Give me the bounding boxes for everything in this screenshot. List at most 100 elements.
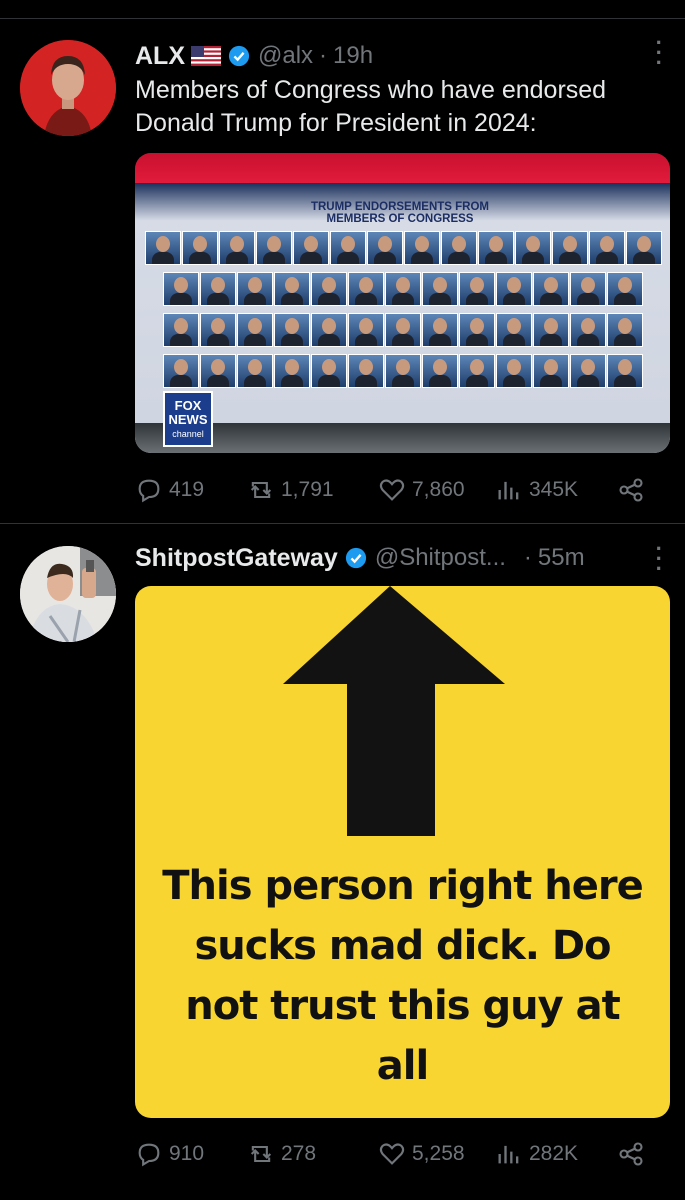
views-button[interactable]: 345K bbox=[495, 476, 578, 504]
more-icon[interactable]: · · · bbox=[656, 32, 663, 74]
studio-banner bbox=[135, 153, 670, 183]
member-portrait bbox=[626, 231, 662, 265]
member-portrait bbox=[496, 272, 532, 306]
tweet-header: ShitpostGateway @Shitpost... · 55m bbox=[135, 542, 585, 574]
member-portrait bbox=[441, 231, 477, 265]
views-icon bbox=[498, 1145, 519, 1164]
member-portrait bbox=[348, 272, 384, 306]
handle[interactable]: @alx bbox=[258, 42, 313, 70]
member-portrait bbox=[274, 272, 310, 306]
member-portrait bbox=[459, 272, 495, 306]
repost-icon bbox=[250, 1145, 272, 1163]
logo-line-2: NEWS bbox=[168, 412, 208, 427]
verified-badge-icon bbox=[228, 45, 250, 67]
reply-icon bbox=[138, 1143, 160, 1167]
member-portrait bbox=[311, 354, 347, 388]
share-icon bbox=[619, 478, 643, 502]
member-portrait bbox=[163, 272, 199, 306]
member-portrait bbox=[496, 354, 532, 388]
share-button[interactable] bbox=[617, 476, 645, 504]
member-portrait bbox=[330, 231, 366, 265]
member-portrait bbox=[478, 231, 514, 265]
member-portrait bbox=[570, 272, 606, 306]
handle[interactable]: @Shitpost... bbox=[375, 544, 506, 572]
like-button[interactable]: 5,258 bbox=[378, 1140, 465, 1168]
member-portrait bbox=[459, 313, 495, 347]
member-portrait bbox=[348, 313, 384, 347]
views-count: 345K bbox=[529, 478, 579, 501]
member-portrait bbox=[200, 272, 236, 306]
avatar[interactable] bbox=[20, 546, 116, 642]
tweet-header: ALX @alx · 19h bbox=[135, 40, 373, 72]
member-portrait bbox=[311, 313, 347, 347]
member-portrait bbox=[274, 354, 310, 388]
repost-button[interactable]: 278 bbox=[247, 1140, 316, 1168]
member-portrait bbox=[237, 272, 273, 306]
share-icon bbox=[619, 1142, 643, 1166]
member-portrait bbox=[237, 354, 273, 388]
timestamp[interactable]: 55m bbox=[538, 544, 585, 572]
studio-floor bbox=[135, 423, 670, 453]
like-icon bbox=[379, 479, 405, 501]
like-count: 7,860 bbox=[412, 478, 465, 501]
member-portrait bbox=[256, 231, 292, 265]
fox-news-logo: FOX NEWS channel bbox=[163, 391, 213, 447]
member-portrait bbox=[589, 231, 625, 265]
tweet-text: Members of Congress who have endorsed Do… bbox=[135, 76, 607, 137]
member-portrait bbox=[533, 313, 569, 347]
share-button[interactable] bbox=[617, 1140, 645, 1168]
member-portrait bbox=[182, 231, 218, 265]
us-flag-icon bbox=[191, 46, 221, 66]
member-portrait bbox=[422, 313, 458, 347]
headline-line-1: TRUMP ENDORSEMENTS FROM bbox=[310, 201, 490, 213]
action-bar: 419 1,791 7,860 345K bbox=[135, 470, 655, 510]
member-portrait bbox=[533, 272, 569, 306]
tweet-media-image[interactable]: TRUMP ENDORSEMENTS FROM MEMBERS OF CONGR… bbox=[135, 153, 670, 453]
verified-badge-icon bbox=[345, 547, 366, 569]
reply-button[interactable]: 910 bbox=[135, 1140, 204, 1168]
more-icon[interactable]: · · · bbox=[656, 538, 663, 580]
views-button[interactable]: 282K bbox=[495, 1140, 578, 1168]
tweet-alx[interactable]: ALX @alx · 19h · · · Members of Congress w… bbox=[0, 18, 685, 523]
separator-dot: · bbox=[523, 544, 532, 571]
member-portrait bbox=[237, 313, 273, 347]
member-portrait bbox=[311, 272, 347, 306]
meme-caption: This person right here sucks mad dick. D… bbox=[162, 863, 643, 1089]
board-headline: TRUMP ENDORSEMENTS FROM MEMBERS OF CONGR… bbox=[285, 201, 515, 225]
reply-count: 910 bbox=[169, 1142, 205, 1165]
logo-line-3: channel bbox=[172, 429, 204, 439]
member-portrait bbox=[496, 313, 532, 347]
member-portrait bbox=[459, 354, 495, 388]
reply-button[interactable]: 419 bbox=[135, 476, 204, 504]
member-portrait bbox=[404, 231, 440, 265]
member-portrait bbox=[200, 354, 236, 388]
member-portrait bbox=[422, 272, 458, 306]
timestamp[interactable]: 19h bbox=[333, 42, 373, 70]
avatar[interactable] bbox=[20, 40, 116, 136]
member-portrait bbox=[163, 313, 199, 347]
like-count: 5,258 bbox=[412, 1142, 465, 1165]
member-portrait bbox=[163, 354, 199, 388]
tweet-media-image[interactable]: This person right here sucks mad dick. D… bbox=[135, 586, 670, 1118]
reply-count: 419 bbox=[169, 478, 205, 501]
display-name[interactable]: ALX bbox=[135, 42, 185, 71]
tweet-shitpostgateway[interactable]: ShitpostGateway @Shitpost... · 55m · · · T… bbox=[0, 524, 685, 1200]
repost-icon bbox=[250, 481, 272, 499]
views-icon bbox=[498, 481, 519, 500]
member-portrait bbox=[385, 272, 421, 306]
member-portrait bbox=[533, 354, 569, 388]
member-portrait bbox=[515, 231, 551, 265]
member-portrait bbox=[274, 313, 310, 347]
like-button[interactable]: 7,860 bbox=[378, 476, 465, 504]
repost-button[interactable]: 1,791 bbox=[247, 476, 334, 504]
member-portrait bbox=[219, 231, 255, 265]
like-icon bbox=[379, 1143, 405, 1165]
member-portrait bbox=[422, 354, 458, 388]
member-portrait bbox=[348, 354, 384, 388]
member-portrait bbox=[367, 231, 403, 265]
avatar-portrait-image bbox=[20, 546, 116, 642]
member-portrait bbox=[607, 272, 643, 306]
logo-line-1: FOX bbox=[174, 398, 202, 413]
display-name[interactable]: ShitpostGateway bbox=[135, 544, 338, 573]
member-portrait bbox=[607, 354, 643, 388]
